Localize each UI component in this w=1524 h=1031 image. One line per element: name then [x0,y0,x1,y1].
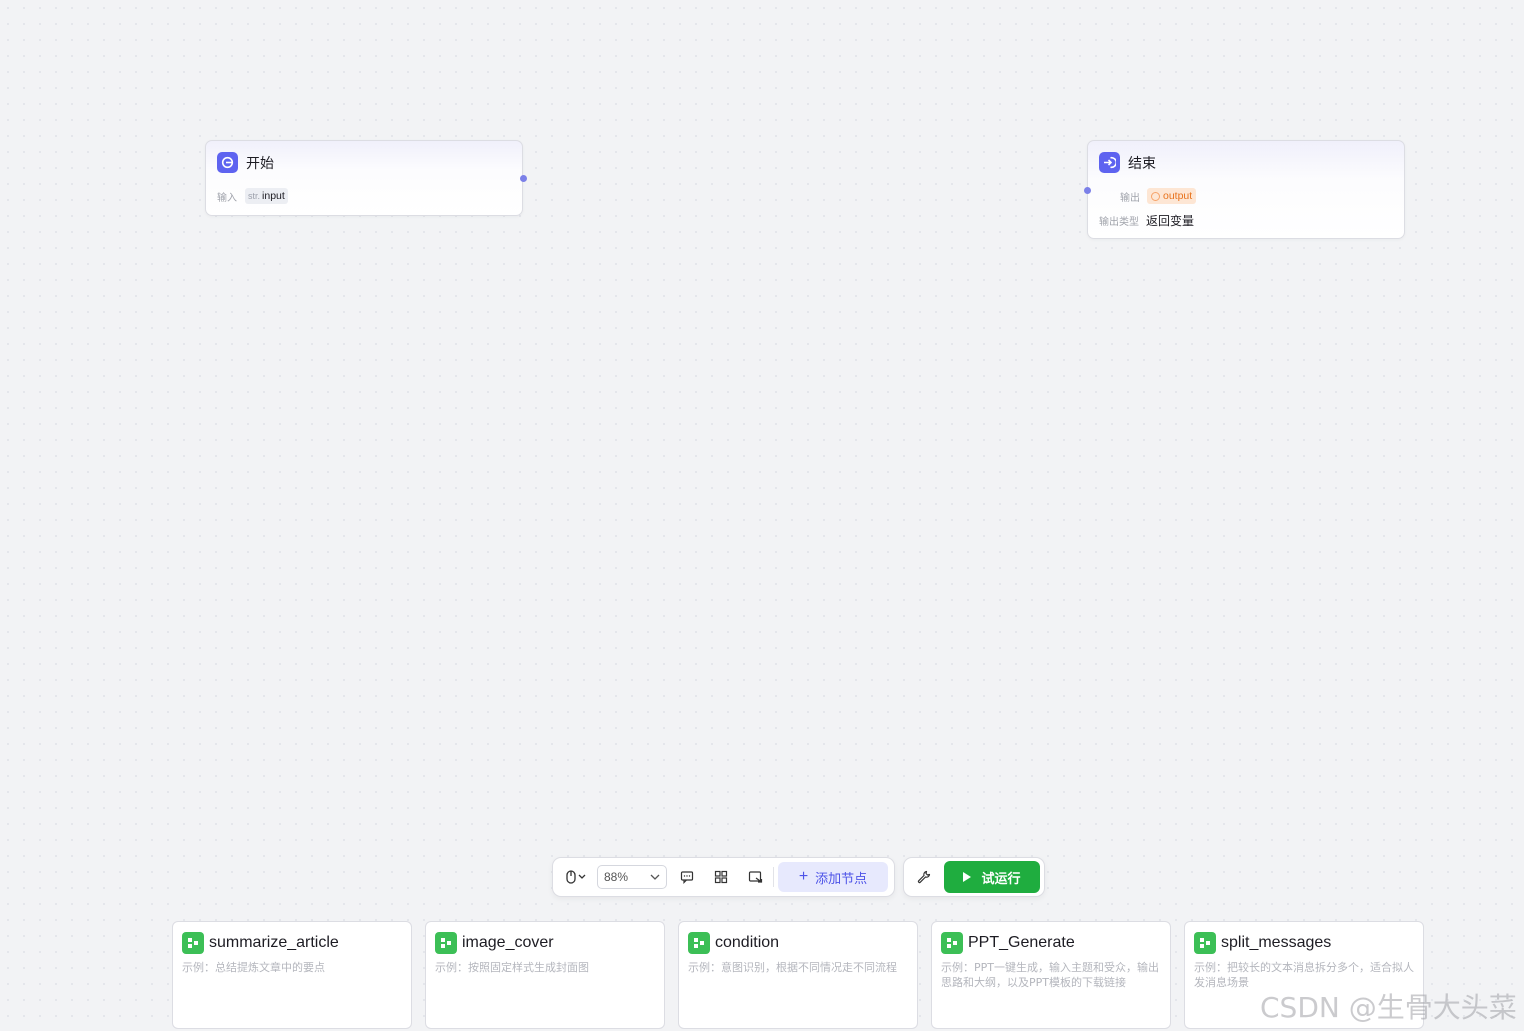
start-node-output-port[interactable] [520,175,527,182]
minimap-icon [748,871,762,883]
template-header: condition [688,932,779,954]
mouse-icon [566,870,586,884]
workflow-icon [435,932,457,954]
input-variable-name: input [262,190,285,202]
template-card[interactable]: image_cover 示例：按照固定样式生成封面图 [425,921,665,1029]
template-header: summarize_article [182,932,339,954]
output-variable-tag: output [1147,188,1197,204]
add-node-button[interactable]: + 添加节点 [778,862,888,892]
plus-icon: + [798,868,809,885]
template-header: split_messages [1194,932,1331,954]
template-description: 示例：意图识别，根据不同情况走不同流程 [688,961,897,974]
end-node-icon [1099,152,1120,173]
output-label: 输出 [1120,192,1140,204]
variable-ref-icon [1151,191,1160,201]
pointer-mode-button[interactable] [559,863,593,891]
output-type-label: 输出类型 [1099,217,1139,228]
template-title: condition [715,934,780,951]
zoom-value: 88% [604,870,629,884]
start-node-header: 开始 [217,152,274,173]
template-card[interactable]: summarize_article 示例：总结提炼文章中的要点 [172,921,412,1029]
toolbar-divider [773,867,774,887]
input-variable-type: str. [248,191,261,201]
end-node-header: 结束 [1099,152,1156,173]
template-title: summarize_article [209,934,339,951]
start-node-title: 开始 [246,154,274,171]
run-toolbar: 试运行 [903,857,1045,897]
template-description: 示例：PPT一键生成，输入主题和受众，输出思路和大纲，以及PPT模板的下载链接 [941,961,1159,989]
workflow-icon [1194,932,1216,954]
template-card[interactable]: condition 示例：意图识别，根据不同情况走不同流程 [678,921,918,1029]
end-node-output-type-row: 输出类型 返回变量 [1099,212,1194,229]
template-card[interactable]: PPT_Generate 示例：PPT一键生成，输入主题和受众，输出思路和大纲，… [931,921,1171,1029]
input-label: 输入 [217,192,237,204]
template-description: 示例：总结提炼文章中的要点 [182,961,325,974]
workflow-icon [182,932,204,954]
end-node-input-port[interactable] [1084,187,1091,194]
auto-layout-button[interactable] [707,863,735,891]
canvas-toolbar: 88% + 添加节点 [552,857,895,897]
watermark: CSDN @生骨大头菜 [1260,991,1517,1024]
template-title: PPT_Generate [968,934,1075,951]
end-node-title: 结束 [1128,154,1156,171]
output-type-value: 返回变量 [1146,214,1195,228]
play-icon [963,872,972,882]
input-variable-tag: str. input [245,188,288,204]
end-node[interactable]: 结束 输出 output 输出类型 返回变量 [1084,140,1405,239]
grid-layout-icon [714,870,728,884]
output-variable-name: output [1163,190,1193,202]
chevron-down-icon [650,874,660,880]
template-header: PPT_Generate [941,932,1075,954]
comment-icon [680,871,694,884]
start-node-icon [217,152,238,173]
wrench-icon [917,870,931,884]
add-node-label: 添加节点 [815,870,868,886]
test-run-label: 试运行 [981,870,1021,886]
workflow-icon [941,932,963,954]
zoom-select[interactable]: 88% [597,865,667,889]
template-title: image_cover [462,934,554,951]
template-title: split_messages [1221,934,1332,951]
start-node-input-row: 输入 str. input [217,188,288,204]
comment-button[interactable] [673,863,701,891]
test-run-button[interactable]: 试运行 [944,861,1040,893]
template-description: 示例：按照固定样式生成封面图 [435,961,589,974]
settings-button[interactable] [910,863,938,891]
minimap-button[interactable] [741,863,769,891]
start-node[interactable]: 开始 输入 str. input [205,140,527,216]
template-header: image_cover [435,932,554,954]
workflow-icon [688,932,710,954]
end-node-output-row: 输出 output [1120,188,1197,204]
